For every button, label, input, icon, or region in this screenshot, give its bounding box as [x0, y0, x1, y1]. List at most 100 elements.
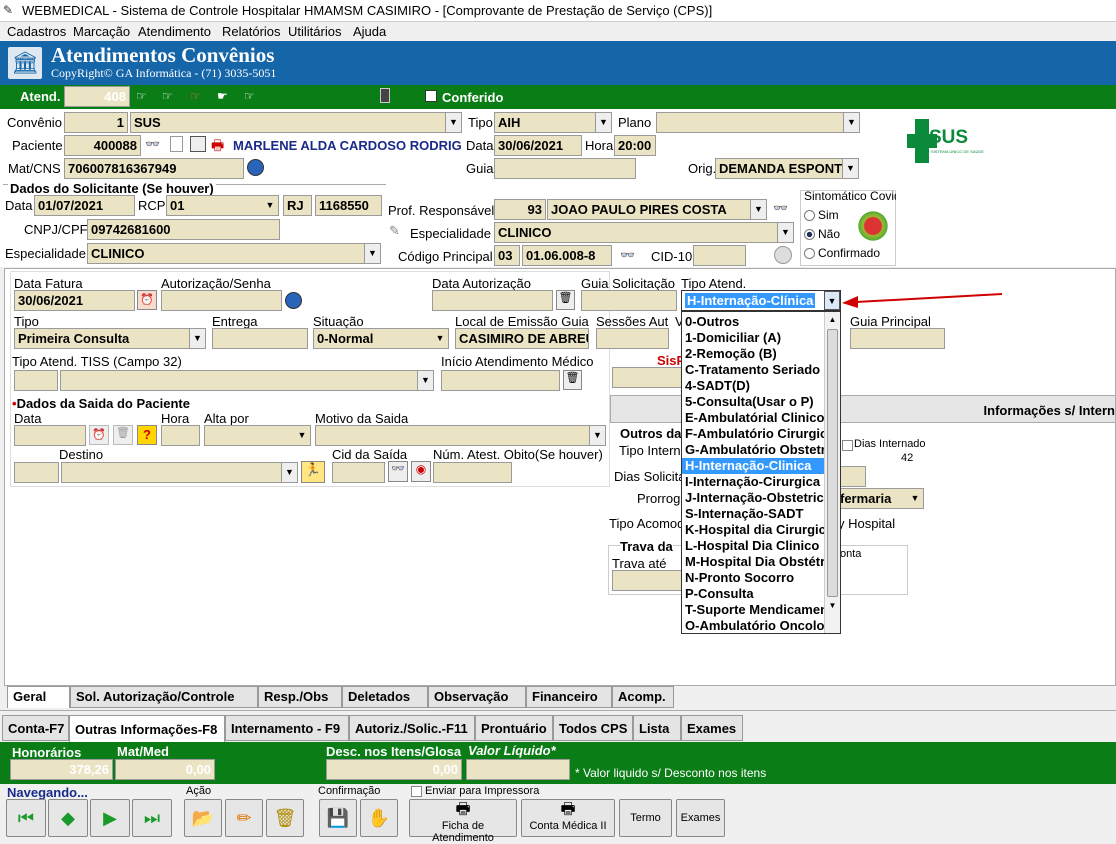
hand-icon-4[interactable]: ☛: [217, 89, 228, 103]
binoculars-icon[interactable]: 👓: [145, 137, 160, 151]
data-fatura-field[interactable]: 30/06/2021: [14, 290, 135, 311]
menu-relatorios[interactable]: Relatórios: [222, 24, 281, 39]
tab-exames[interactable]: Exames: [681, 715, 743, 741]
dropdown-option[interactable]: L-Hospital Dia Clinico: [682, 538, 825, 554]
radio-confirmado[interactable]: Confirmado: [804, 246, 880, 260]
guia-solicitacao-field[interactable]: [581, 290, 677, 311]
tab-acomp[interactable]: Acomp.: [612, 686, 674, 708]
cancel-button[interactable]: ✋: [360, 799, 398, 837]
radio-circle-selected[interactable]: [804, 229, 815, 241]
delete-button[interactable]: 🗑: [266, 799, 304, 837]
dropdown-option[interactable]: K-Hospital dia Cirurgico: [682, 522, 825, 538]
sis-field[interactable]: [612, 367, 682, 388]
menu-marcacao[interactable]: Marcação: [73, 24, 130, 39]
dropdown-option[interactable]: 4-SADT(D): [682, 378, 825, 394]
chevron-down-icon[interactable]: ▼: [262, 196, 278, 215]
last-record-button[interactable]: ⏭: [132, 799, 172, 837]
cod1-field[interactable]: 03: [494, 245, 520, 266]
tab-sol-autorizacao[interactable]: Sol. Autorização/Controle: [70, 686, 258, 708]
gear-icon[interactable]: [774, 246, 792, 264]
dias-checkbox[interactable]: [842, 440, 853, 451]
scroll-up-icon[interactable]: ▲: [825, 312, 840, 328]
chevron-down-icon[interactable]: ▼: [750, 200, 766, 219]
menu-cadastros[interactable]: Cadastros: [7, 24, 66, 39]
tab-resp-obs[interactable]: Resp./Obs: [258, 686, 342, 708]
dropdown-option[interactable]: C-Tratamento Seriado: [682, 362, 825, 378]
enfermaria-select[interactable]: fermaria ▼: [836, 488, 924, 509]
tab-lista[interactable]: Lista: [633, 715, 681, 741]
pin-icon[interactable]: ✎: [389, 223, 400, 239]
clock-icon[interactable]: ⏰: [89, 425, 109, 445]
chevron-down-icon[interactable]: ▼: [824, 291, 840, 310]
chevron-down-icon[interactable]: ▼: [777, 223, 793, 242]
cnpj-field[interactable]: 09742681600: [87, 219, 280, 240]
chevron-down-icon[interactable]: ▼: [294, 426, 310, 445]
paciente-code[interactable]: 400088: [64, 135, 141, 156]
dropdown-option[interactable]: 1-Domiciliar (A): [682, 330, 825, 346]
trash-icon[interactable]: 🗑: [113, 425, 133, 445]
prof-code[interactable]: 93: [494, 199, 546, 220]
plano-select[interactable]: ▼: [656, 112, 860, 133]
data-field[interactable]: 30/06/2021: [494, 135, 582, 156]
hand-icon-3[interactable]: ☞: [190, 89, 201, 103]
tab-outras-informacoes[interactable]: Outras Informações-F8: [69, 715, 225, 743]
atend-number[interactable]: 408: [64, 86, 130, 107]
chevron-down-icon[interactable]: ▼: [842, 159, 858, 178]
binoculars-icon[interactable]: 👓: [773, 201, 788, 215]
dropdown-option[interactable]: E-Ambulatórial Clinico: [682, 410, 825, 426]
edit-button[interactable]: ✏: [225, 799, 263, 837]
tiss-select[interactable]: ▼: [60, 370, 434, 391]
ficha-atendimento-button[interactable]: 🖶 Ficha de Atendimento: [409, 799, 517, 844]
saida-data-field[interactable]: [14, 425, 86, 446]
chevron-down-icon[interactable]: ▼: [445, 113, 461, 132]
prev-record-button[interactable]: ◆: [48, 799, 88, 837]
record-icon[interactable]: ◉: [411, 461, 431, 482]
hand-icon-5[interactable]: ☞: [244, 89, 255, 103]
radio-nao[interactable]: Não: [804, 227, 840, 241]
honorarios-field[interactable]: 378,26: [10, 759, 113, 780]
globe-icon[interactable]: [247, 159, 264, 176]
card-icon[interactable]: [190, 136, 206, 152]
hand-icon-1[interactable]: ☞: [136, 89, 147, 103]
liquido-field[interactable]: [466, 759, 570, 780]
calculator-icon[interactable]: [380, 88, 390, 103]
convenio-code[interactable]: 1: [64, 112, 128, 133]
convenio-select[interactable]: SUS ▼: [130, 112, 462, 133]
tab-internamento[interactable]: Internamento - F9: [225, 715, 349, 741]
matcns-field[interactable]: 706007816367949: [64, 158, 244, 179]
cid-saida-field[interactable]: [332, 462, 385, 483]
desc-field[interactable]: 0,00: [326, 759, 462, 780]
chevron-down-icon[interactable]: ▼: [589, 426, 605, 445]
chevron-down-icon[interactable]: ▼: [281, 463, 297, 482]
menu-atendimento[interactable]: Atendimento: [138, 24, 211, 39]
enviar-checkbox[interactable]: [411, 786, 422, 797]
scroll-thumb[interactable]: [827, 329, 838, 597]
first-record-button[interactable]: ⏮: [6, 799, 46, 837]
dropdown-option[interactable]: G-Ambulatório Obstetrico: [682, 442, 825, 458]
radio-circle[interactable]: [804, 210, 815, 222]
tab-prontuario[interactable]: Prontuário: [475, 715, 553, 741]
dropdown-option[interactable]: I-Internação-Cirurgica: [682, 474, 825, 490]
dropdown-option[interactable]: F-Ambulatório Cirurgico: [682, 426, 825, 442]
printer-icon[interactable]: 🖶: [211, 135, 224, 159]
crm-field[interactable]: 1168550: [315, 195, 382, 216]
termo-button[interactable]: Termo: [619, 799, 672, 837]
saida-hora-field[interactable]: [161, 425, 200, 446]
dropdown-option[interactable]: 0-Outros: [682, 314, 825, 330]
dropdown-option[interactable]: 5-Consulta(Usar o P): [682, 394, 825, 410]
rcp-select[interactable]: 01 ▼: [166, 195, 279, 216]
prof-select[interactable]: JOAO PAULO PIRES COSTA ▼: [547, 199, 767, 220]
sol-esp-select[interactable]: CLINICO ▼: [87, 243, 381, 264]
orig-select[interactable]: DEMANDA ESPONT ▼: [715, 158, 859, 179]
chevron-down-icon[interactable]: ▼: [432, 329, 448, 348]
dropdown-option[interactable]: H-Internação-Clinica: [682, 458, 825, 474]
uf-field[interactable]: RJ: [283, 195, 312, 216]
calendar-icon[interactable]: ⏰: [137, 290, 157, 310]
entrega-field[interactable]: [212, 328, 308, 349]
situacao-select[interactable]: 0-Normal ▼: [313, 328, 449, 349]
chevron-down-icon[interactable]: ▼: [364, 244, 380, 263]
autorizacao-field[interactable]: [161, 290, 282, 311]
binoculars-icon[interactable]: 👓: [388, 461, 408, 482]
cid-field[interactable]: [693, 245, 746, 266]
tab-todos-cps[interactable]: Todos CPS: [553, 715, 633, 741]
